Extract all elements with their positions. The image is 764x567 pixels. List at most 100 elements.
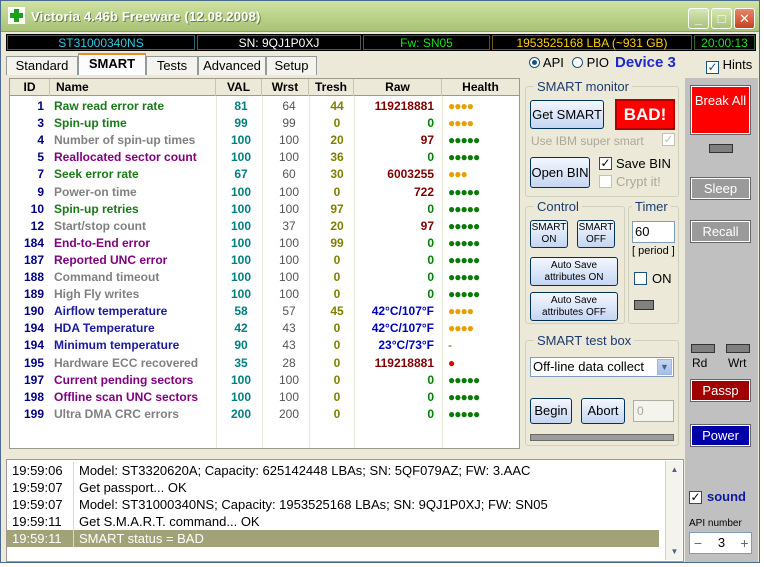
table-row[interactable]: 10 Spin-up retries 100 100 97 0 ●●●●●: [10, 201, 519, 218]
open-bin-button[interactable]: Open BIN: [530, 157, 590, 188]
table-row[interactable]: 9 Power-on time 100 100 0 722 ●●●●●: [10, 184, 519, 201]
scroll-up-icon[interactable]: ▲: [667, 462, 682, 477]
log-entry[interactable]: 19:59:07 Model: ST31000340NS; Capacity: 1…: [7, 496, 659, 513]
row-raw: 42°C/107°F: [371, 304, 434, 319]
col-health[interactable]: Health: [442, 79, 519, 96]
table-row[interactable]: 3 Spin-up time 99 99 0 0 ●●●●: [10, 115, 519, 132]
timer-input[interactable]: 60: [632, 221, 675, 243]
col-tresh[interactable]: Tresh: [309, 79, 354, 96]
recall-button[interactable]: Recall: [690, 220, 751, 243]
tab-standard[interactable]: Standard: [6, 56, 78, 75]
smart-off-button[interactable]: SMART OFF: [577, 220, 615, 248]
event-log[interactable]: 19:59:06 Model: ST3320620A; Capacity: 625…: [6, 459, 684, 562]
table-row[interactable]: 7 Seek error rate 67 60 30 6003255 ●●●: [10, 166, 519, 183]
table-row[interactable]: 197 Current pending sectors 100 100 0 0 ●●●●●: [10, 372, 519, 389]
row-id: 194: [23, 321, 44, 336]
table-row[interactable]: 5 Reallocated sector count 100 100 36 0 ●●●●●: [10, 149, 519, 166]
get-smart-button[interactable]: Get SMART: [530, 100, 604, 129]
row-id: 194: [23, 338, 44, 353]
log-entry[interactable]: 19:59:11 SMART status = BAD: [7, 530, 659, 547]
table-row[interactable]: 188 Command timeout 100 100 0 0 ●●●●●: [10, 269, 519, 286]
crypt-it-label: Crypt it!: [616, 174, 661, 189]
col-val[interactable]: VAL: [216, 79, 262, 96]
sound-checkbox[interactable]: ✓: [689, 491, 702, 504]
write-indicator: [726, 344, 750, 353]
api-number-stepper[interactable]: − 3 +: [689, 532, 752, 554]
table-row[interactable]: 195 Hardware ECC recovered 35 28 0 119218881 ●: [10, 355, 519, 372]
col-raw[interactable]: Raw: [354, 79, 442, 96]
table-row[interactable]: 12 Start/stop count 100 37 20 97 ●●●●●: [10, 218, 519, 235]
api-radio[interactable]: API: [529, 55, 564, 70]
abort-button[interactable]: Abort: [581, 398, 625, 424]
row-raw: 0: [427, 201, 434, 216]
power-button[interactable]: Power: [690, 424, 751, 447]
tab-smart[interactable]: SMART: [78, 53, 146, 75]
tab-advanced[interactable]: Advanced: [198, 56, 266, 75]
chevron-down-icon[interactable]: ▼: [657, 359, 672, 375]
break-all-button[interactable]: Break All: [690, 85, 751, 135]
hints-label: Hints: [722, 57, 753, 72]
autosave-on-button[interactable]: Auto Save attributes ON: [530, 257, 618, 286]
victoria-window: Victoria 4.46b Freeware (12.08.2008) _ □…: [0, 0, 760, 563]
autosave-off-button[interactable]: Auto Save attributes OFF: [530, 292, 618, 321]
passp-button[interactable]: Passp: [690, 379, 751, 402]
log-entry[interactable]: 19:59:06 Model: ST3320620A; Capacity: 625…: [7, 462, 659, 479]
table-row[interactable]: 198 Offline scan UNC sectors 100 100 0 0 ●●●●●: [10, 389, 519, 406]
log-time: 19:59:11: [12, 514, 62, 529]
pio-radio[interactable]: PIO: [572, 55, 609, 70]
timer-on-label: ON: [652, 271, 672, 286]
tab-setup[interactable]: Setup: [266, 56, 317, 75]
row-health: ●●●●●: [448, 406, 480, 421]
table-row[interactable]: 190 Airflow temperature 58 57 45 42°C/107°F ●●…: [10, 303, 519, 320]
sleep-button[interactable]: Sleep: [690, 177, 751, 200]
log-entry[interactable]: 19:59:07 Get passport... OK: [7, 479, 659, 496]
row-val: 81: [234, 99, 248, 113]
save-bin-checkbox[interactable]: ✓: [599, 157, 612, 170]
read-indicator: [691, 344, 715, 353]
row-val: 67: [234, 167, 248, 182]
table-row[interactable]: 184 End-to-End error 100 100 99 0 ●●●●●: [10, 235, 519, 252]
row-health: ●●●: [448, 167, 468, 182]
table-row[interactable]: 187 Reported UNC error 100 100 0 0 ●●●●●: [10, 252, 519, 269]
table-row[interactable]: 4 Number of spin-up times 100 100 20 97 ●●●●●: [10, 132, 519, 149]
row-raw: 97: [420, 133, 434, 148]
device-label[interactable]: Device 3: [615, 54, 676, 71]
row-name: Ultra DMA CRC errors: [54, 406, 179, 421]
row-val: 100: [230, 389, 252, 404]
tab-tests[interactable]: Tests: [146, 56, 198, 75]
row-val: 35: [234, 355, 248, 370]
drive-model: ST31000340NS: [7, 35, 195, 50]
row-raw: 42°C/107°F: [371, 321, 434, 336]
title-bar[interactable]: Victoria 4.46b Freeware (12.08.2008) _ □…: [1, 1, 759, 32]
col-name[interactable]: Name: [50, 79, 216, 96]
log-scrollbar[interactable]: ▲ ▼: [665, 461, 682, 560]
begin-button[interactable]: Begin: [530, 398, 572, 424]
timer-on-checkbox[interactable]: [634, 272, 647, 285]
test-progress-field[interactable]: 0: [633, 400, 674, 422]
use-ibm-checkbox[interactable]: ✓: [662, 133, 675, 146]
scroll-down-icon[interactable]: ▼: [667, 544, 682, 559]
minimize-button[interactable]: _: [688, 8, 709, 29]
plus-icon[interactable]: +: [737, 533, 752, 553]
smart-on-button[interactable]: SMART ON: [530, 220, 568, 248]
row-val: 100: [230, 372, 252, 387]
table-row[interactable]: 194 Minimum temperature 90 43 0 23°C/73°F -: [10, 337, 519, 354]
clock: 20:00:13: [694, 35, 755, 50]
log-entry[interactable]: 19:59:11 Get S.M.A.R.T. command... OK: [7, 513, 659, 530]
table-row[interactable]: 194 HDA Temperature 42 43 0 42°C/107°F ●●●●: [10, 320, 519, 337]
col-wrst[interactable]: Wrst: [262, 79, 309, 96]
maximize-button[interactable]: □: [711, 8, 732, 29]
row-id: 199: [23, 406, 44, 421]
minus-icon[interactable]: −: [690, 533, 706, 553]
hints-checkbox[interactable]: ✓ Hints: [706, 57, 752, 74]
smart-attributes-table[interactable]: ID Name VAL Wrst Tresh Raw Health 1 Raw r…: [9, 78, 520, 449]
table-row[interactable]: 199 Ultra DMA CRC errors 200 200 0 0 ●●●●●: [10, 406, 519, 423]
crypt-it-checkbox[interactable]: [599, 175, 612, 188]
table-row[interactable]: 189 High Fly writes 100 100 0 0 ●●●●●: [10, 286, 519, 303]
test-type-select[interactable]: Off-line data collect ▼: [530, 357, 674, 377]
row-name: Power-on time: [54, 184, 137, 199]
table-row[interactable]: 1 Raw read error rate 81 64 44 119218881 ●●●●: [10, 98, 519, 115]
close-button[interactable]: ✕: [734, 8, 755, 29]
row-id: 5: [37, 150, 44, 165]
col-id[interactable]: ID: [10, 79, 50, 96]
